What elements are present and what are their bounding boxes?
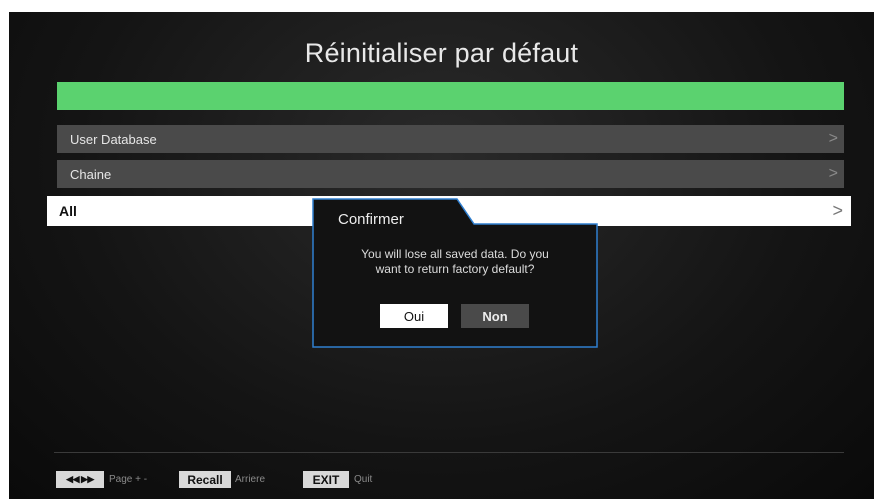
chevron-right-icon: > bbox=[828, 165, 838, 182]
dialog-title: Confirmer bbox=[338, 211, 404, 228]
no-button[interactable]: Non bbox=[461, 304, 529, 328]
page-key-label: Page + - bbox=[109, 474, 148, 485]
menu-item-chaine[interactable]: Chaine > bbox=[57, 160, 844, 188]
yes-button[interactable]: Oui bbox=[380, 304, 448, 328]
dialog-message-line: want to return factory default? bbox=[375, 262, 535, 276]
dialog-message: You will lose all saved data. Do you wan… bbox=[332, 247, 578, 277]
page-key-icon: ◀◀ ▶▶ bbox=[56, 471, 104, 488]
menu-item-label: All bbox=[59, 203, 77, 219]
chevron-right-icon: > bbox=[832, 200, 843, 221]
dialog-message-line: You will lose all saved data. Do you bbox=[361, 247, 549, 261]
progress-bar bbox=[57, 82, 844, 110]
recall-key-label: Arriere bbox=[235, 474, 266, 485]
footer-divider bbox=[54, 452, 844, 453]
chevron-right-icon: > bbox=[828, 130, 838, 147]
menu-item-label: Chaine bbox=[70, 166, 112, 182]
exit-key: EXIT bbox=[303, 471, 349, 488]
page-title: Réinitialiser par défaut bbox=[304, 38, 579, 68]
recall-key: Recall bbox=[179, 471, 231, 488]
menu-item-label: User Database bbox=[70, 131, 157, 147]
exit-key-label: Quit bbox=[354, 474, 373, 485]
menu-item-user-database[interactable]: User Database > bbox=[57, 125, 844, 153]
confirm-dialog: Confirmer You will lose all saved data. … bbox=[312, 198, 598, 348]
tv-screen: Réinitialiser par défaut User Database >… bbox=[9, 12, 874, 499]
